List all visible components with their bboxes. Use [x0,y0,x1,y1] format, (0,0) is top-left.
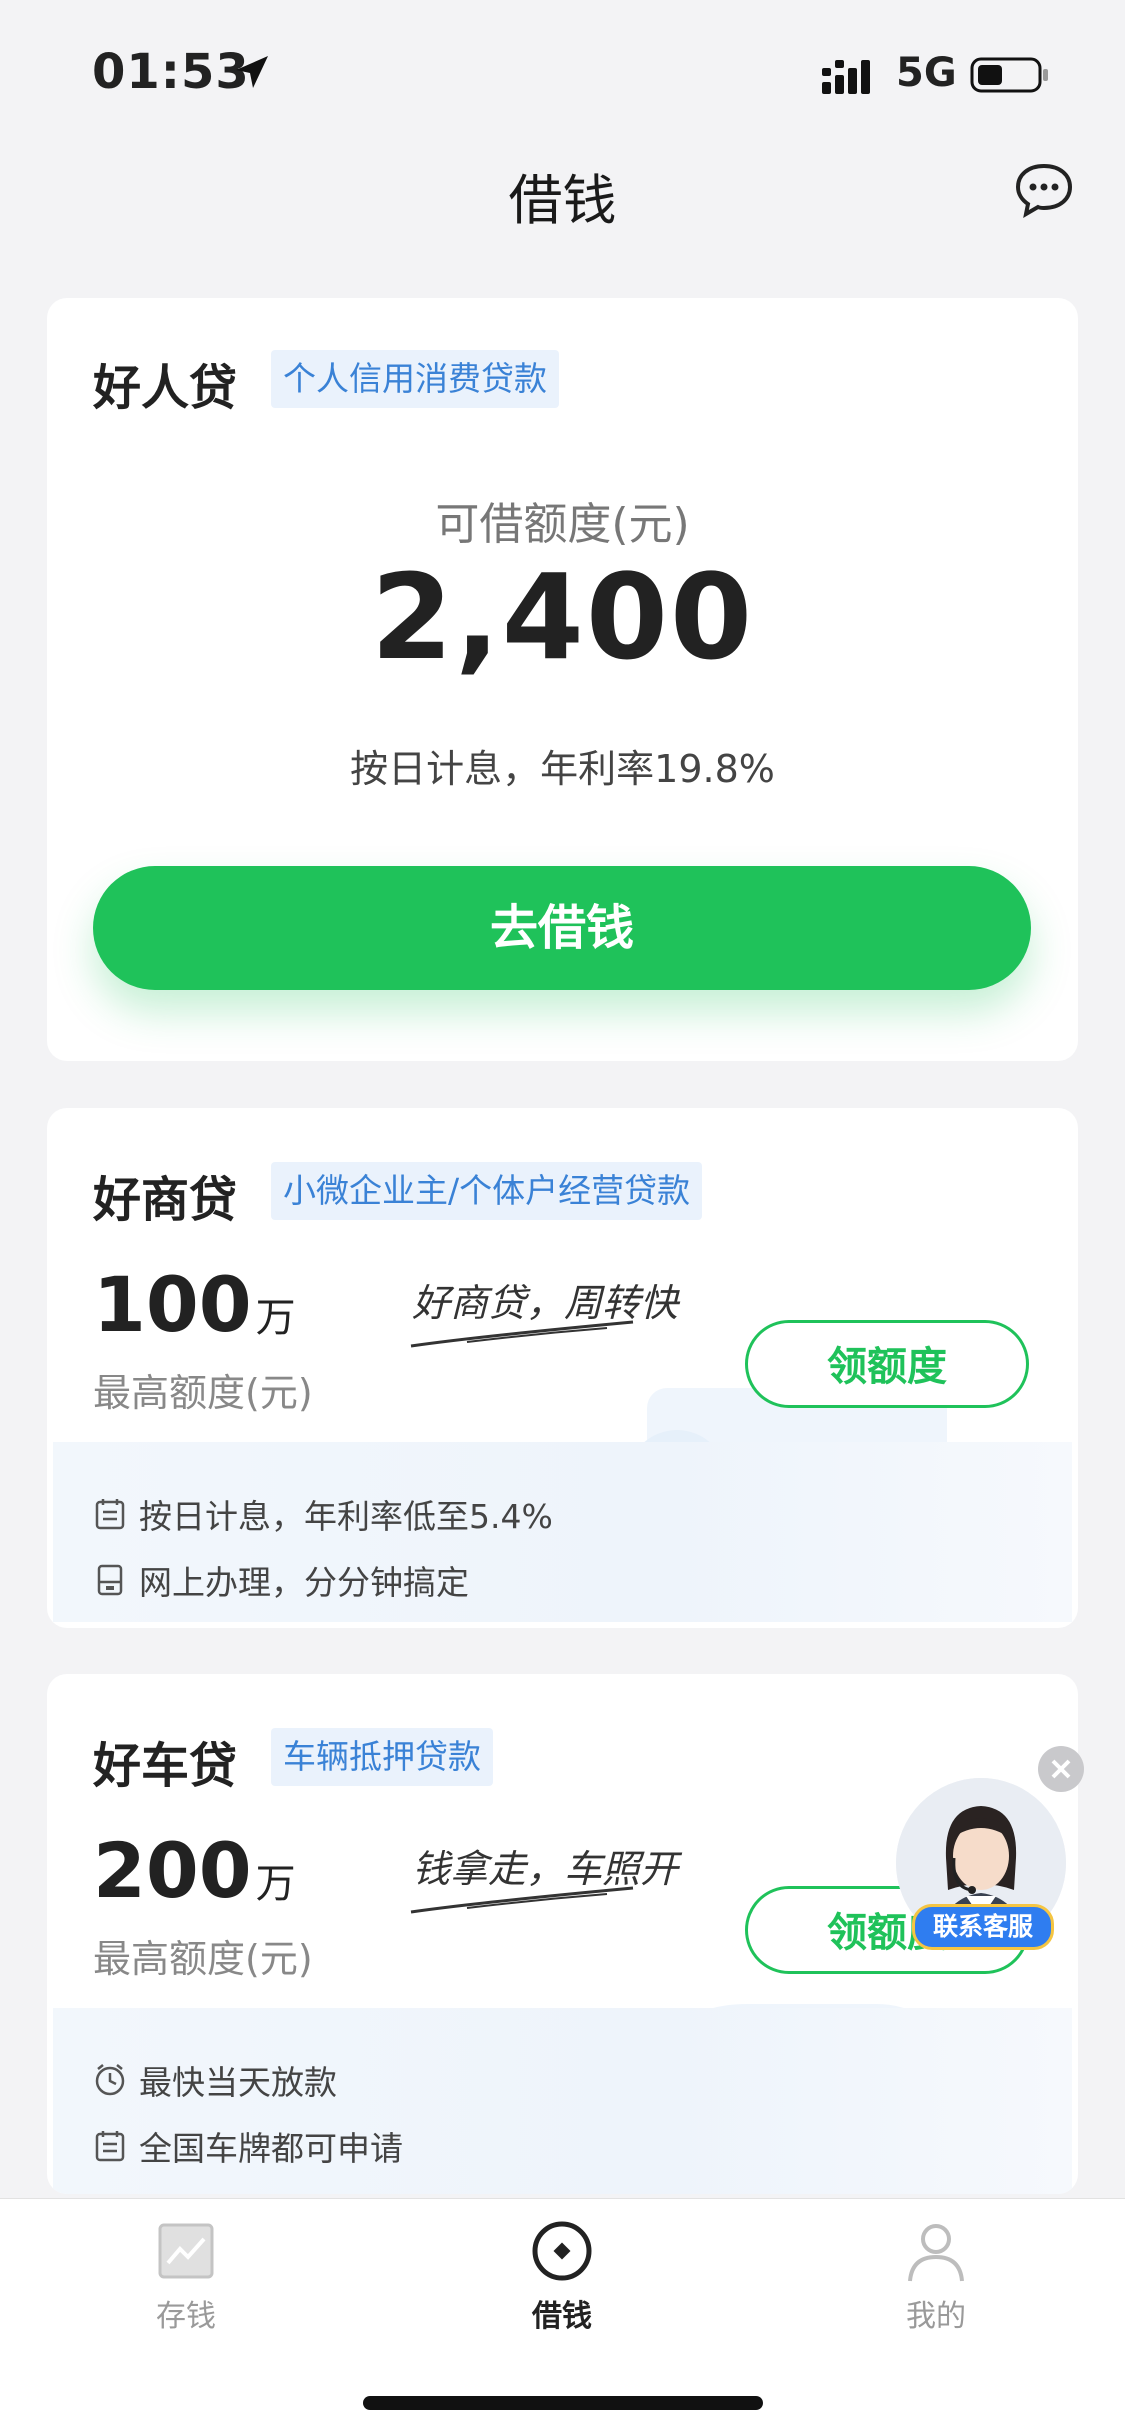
network-type: 5G [896,50,957,96]
card-business-loan: 好商贷 小微企业主/个体户经营贷款 100 万 最高额度(元) 好商贷，周转快 领… [47,1108,1078,1628]
tab-label: 存钱 [156,2299,216,2334]
quota-amount: 2,400 [370,548,755,686]
max-amount-label: 最高额度(元) [93,1371,313,1415]
feature-text: 全国车牌都可申请 [139,2129,403,2168]
tab-borrow[interactable]: 借钱 [462,2219,662,2335]
slogan-underline [410,1886,634,1914]
borrow-button[interactable]: 去借钱 [93,866,1031,990]
feature-text: 最快当天放款 [139,2063,337,2102]
card-title: 好人贷 [93,360,238,416]
product-tag: 车辆抵押贷款 [271,1728,493,1786]
clock-icon [95,2064,125,2096]
mobile-icon [97,1564,123,1596]
tab-mine[interactable]: 我的 [836,2219,1036,2335]
card-title: 好商贷 [93,1172,238,1228]
feature-item: 按日计息，年利率低至5.4% [93,1490,553,1538]
max-amount-label: 最高额度(元) [93,1937,313,1981]
slogan: 钱拿走，车照开 [412,1847,679,1891]
card-personal-loan: 好人贷 个人信用消费贷款 可借额度(元) 2,400 按日计息，年利率19.8%… [47,298,1078,1061]
location-arrow-icon [236,56,268,88]
tab-save[interactable]: 存钱 [86,2219,286,2335]
max-amount-unit: 万 [255,1861,296,1907]
feature-text: 网上办理，分分钟搞定 [139,1563,469,1602]
feature-item: 全国车牌都可申请 [93,2122,403,2170]
max-amount: 100 万 [93,1260,296,1349]
close-float-button[interactable] [1038,1746,1084,1792]
calendar-icon [95,1499,125,1530]
signal-strength-icon [822,60,870,94]
product-tag: 个人信用消费贷款 [271,350,559,408]
slogan: 好商贷，周转快 [412,1281,679,1325]
feature-text: 按日计息，年利率低至5.4% [139,1497,553,1536]
max-amount-value: 100 [93,1260,252,1349]
tab-label: 我的 [906,2299,966,2334]
message-icon[interactable] [1014,162,1074,218]
slogan-underline [410,1320,634,1348]
calendar-icon [95,2131,125,2162]
max-amount: 200 万 [93,1826,296,1915]
card-title: 好车贷 [93,1738,238,1794]
person-icon [908,2224,964,2282]
close-icon [1051,1759,1071,1779]
status-bar: 01:53 5G [0,0,1125,140]
get-quota-button[interactable]: 领额度 [745,1320,1029,1408]
home-indicator [363,2396,763,2410]
customer-service-label[interactable]: 联系客服 [912,1904,1054,1950]
feature-item: 网上办理，分分钟搞定 [93,1556,469,1604]
loan-icon [532,2221,592,2281]
page-title: 借钱 [508,169,617,232]
feature-item: 最快当天放款 [93,2056,337,2104]
rate-text: 按日计息，年利率19.8% [350,747,775,791]
battery-icon [970,57,1048,93]
tab-label: 借钱 [532,2299,592,2334]
max-amount-unit: 万 [255,1295,296,1341]
status-time: 01:53 [92,44,250,100]
chart-icon [158,2223,214,2279]
max-amount-value: 200 [93,1826,252,1915]
product-tag: 小微企业主/个体户经营贷款 [271,1162,703,1220]
quota-label: 可借额度(元) [435,499,690,550]
